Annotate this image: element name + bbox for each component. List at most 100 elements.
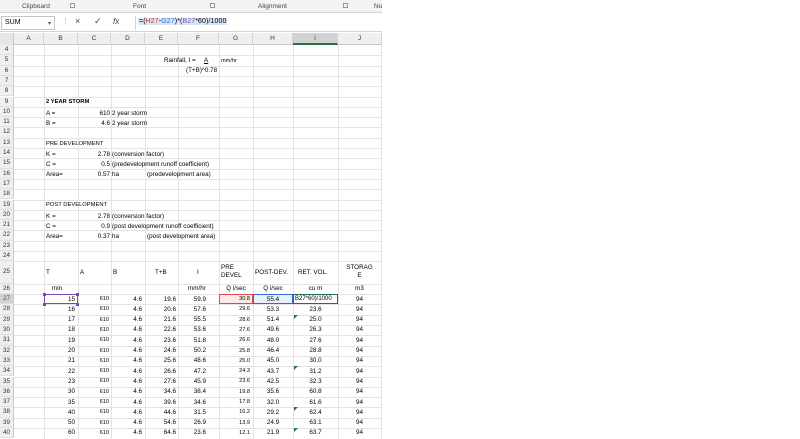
column-header-f[interactable]: F [178,33,219,45]
row-header[interactable]: 39 [0,417,14,428]
row-header[interactable]: 16 [0,168,14,179]
row-header[interactable]: 18 [0,189,14,200]
cell-storage: 94 [355,398,363,406]
cell-t: 17 [67,316,75,324]
ribbon-group-bar: Clipboard Font Alignment Nu [0,0,382,13]
cell-b: 4.6 [133,326,142,334]
column-header-a[interactable]: A [14,33,44,45]
cell-ret: 27.6 [309,336,322,344]
cell-a: 610 [99,429,109,436]
row-header[interactable]: 32 [0,345,14,356]
cell-t: 35 [67,398,75,406]
cell-t: 22 [67,367,75,375]
cell-t-plus-b: 34.6 [163,388,176,396]
row-header[interactable]: 37 [0,397,14,408]
cell-i: 53.6 [193,326,206,334]
cell-post: 29.2 [266,408,280,416]
column-header-e[interactable]: E [145,33,178,45]
column-header-c[interactable]: C [78,33,111,45]
row-header[interactable]: 19 [0,199,14,210]
row-header[interactable]: 21 [0,220,14,231]
row-header[interactable]: 4 [0,45,14,56]
row-header[interactable]: 33 [0,355,14,367]
alignment-launcher-icon[interactable] [343,3,348,8]
row-header[interactable]: 15 [0,158,14,169]
row-header[interactable]: 10 [0,106,14,118]
worksheet-grid[interactable]: Rainfall, I = A mm/hr (T+B)^0.78 2 YEAR … [14,45,382,439]
cell-ret: 62.4 [309,408,322,416]
column-header-g[interactable]: G [219,33,253,45]
row-header[interactable]: 38 [0,407,14,418]
ref-handle[interactable] [76,303,79,306]
ref-handle[interactable] [76,293,79,296]
row-header[interactable]: 13 [0,137,14,148]
row-header[interactable]: 11 [0,117,14,128]
column-header-i[interactable]: I [293,33,338,45]
error-indicator-icon[interactable] [294,407,298,412]
row-header[interactable]: 17 [0,178,14,190]
cell-storage: 94 [355,347,363,354]
unit-post: Q l/sec [263,285,283,292]
chevron-down-icon[interactable]: ▾ [48,20,51,27]
formula-bar-grip-icon[interactable]: ⋮ [62,17,69,25]
column-header-j[interactable]: J [338,33,382,45]
cell-ret: 26.3 [309,326,322,334]
font-launcher-icon[interactable] [210,3,215,8]
row-header-selected[interactable]: 27 [0,294,14,305]
formula-input[interactable]: =(H27-G27)*(B27*60)/1000 [135,16,382,30]
row-header[interactable]: 6 [0,65,14,76]
row-header[interactable]: 34 [0,366,14,377]
row-header[interactable]: 26 [0,283,14,295]
a-label: A = [46,109,56,117]
row-header[interactable]: 5 [0,55,14,66]
clipboard-launcher-icon[interactable] [70,3,75,8]
column-header-h[interactable]: H [253,33,293,45]
rainfall-label: Rainfall, I = [164,57,196,64]
cell-pre: 16.2 [239,409,250,416]
row-header[interactable]: 24 [0,251,14,262]
cell-t-plus-b: 22.6 [163,326,176,334]
row-header[interactable]: 36 [0,386,14,398]
pre-c-label: C = [46,161,56,169]
row-header[interactable]: 20 [0,209,14,221]
gridline [14,106,382,108]
row-header[interactable]: 9 [0,96,14,107]
name-box[interactable]: SUM ▾ [1,16,55,30]
b-note: 2 year storm [112,119,147,127]
select-all-button[interactable] [0,33,14,45]
row-header[interactable]: 28 [0,304,14,315]
gridline [14,209,382,211]
row-header[interactable]: 30 [0,325,14,336]
cell-t-plus-b: 39.6 [163,398,176,406]
row-header[interactable]: 29 [0,314,14,325]
cell-ret: 32.3 [309,377,322,385]
error-indicator-icon[interactable] [294,428,298,432]
cell-t-plus-b: 25.6 [163,357,176,365]
cell-storage: 94 [355,326,363,334]
row-header[interactable]: 8 [0,86,14,97]
error-indicator-icon[interactable] [294,314,298,319]
row-header[interactable]: 23 [0,240,14,251]
cell-b: 4.6 [133,367,142,375]
cell-b: 4.6 [133,377,142,385]
row-header[interactable]: 25 [0,261,14,284]
row-header[interactable]: 35 [0,376,14,387]
error-indicator-icon[interactable] [294,366,298,371]
column-header-b[interactable]: B [44,33,78,45]
row-header[interactable]: 14 [0,148,14,159]
row-header[interactable]: 12 [0,127,14,138]
column-header-d[interactable]: D [111,33,145,45]
insert-function-icon[interactable]: fx [113,17,119,26]
row-header[interactable]: 7 [0,75,14,87]
cell-ret: 31.2 [309,367,322,375]
enter-icon[interactable]: ✓ [94,16,102,27]
cell-post: 43.7 [266,367,280,375]
row-header[interactable]: 22 [0,230,14,241]
cell-i: 51.8 [193,336,206,344]
ref-handle[interactable] [43,303,46,306]
row-header[interactable]: 40 [0,428,14,439]
gridline [14,75,382,77]
rainfall-denominator: (T+B)^0.78 [186,67,218,74]
row-header[interactable]: 31 [0,335,14,346]
cancel-icon[interactable]: × [75,16,80,26]
